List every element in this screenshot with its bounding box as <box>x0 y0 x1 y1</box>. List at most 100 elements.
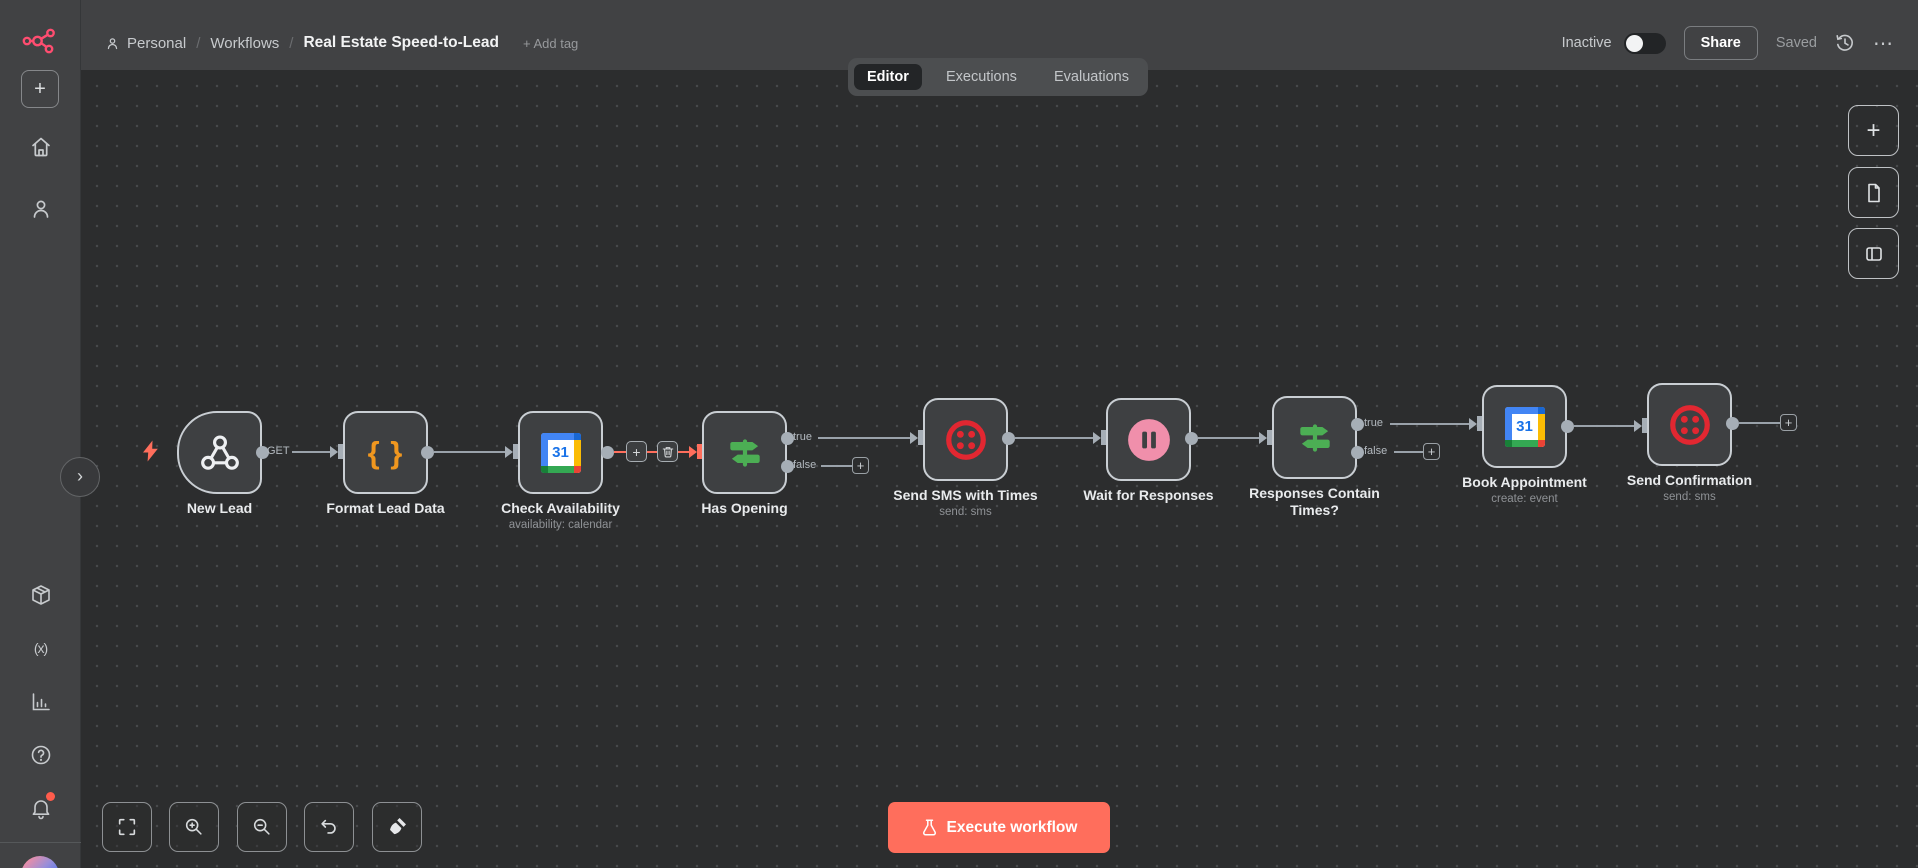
tidy-up-button[interactable] <box>372 802 422 852</box>
add-sticky-note-button[interactable] <box>1848 167 1899 218</box>
connection-line[interactable] <box>1574 425 1634 427</box>
output-port[interactable] <box>600 445 614 459</box>
add-workflow-button[interactable]: + <box>21 70 59 108</box>
node-body[interactable] <box>1647 383 1732 466</box>
plus-icon: + <box>1427 444 1436 459</box>
input-port <box>1101 430 1106 445</box>
zoom-in-button[interactable] <box>169 802 219 852</box>
add-node-on-connection-button[interactable]: + <box>626 441 647 462</box>
output-port-true[interactable] <box>780 431 794 445</box>
node-book-appointment[interactable]: 31 Book Appointment create: event <box>1462 385 1587 505</box>
sidebar-item-notifications[interactable] <box>28 792 55 820</box>
connection-line[interactable] <box>1394 451 1423 453</box>
help-icon <box>31 745 50 764</box>
connection-line[interactable] <box>818 437 910 439</box>
output-port[interactable] <box>420 445 434 459</box>
output-port-false[interactable] <box>1350 445 1364 459</box>
output-port[interactable] <box>1725 416 1739 430</box>
share-button[interactable]: Share <box>1683 26 1758 60</box>
node-body[interactable]: 31 <box>1482 385 1567 468</box>
node-body[interactable] <box>923 398 1008 481</box>
user-icon <box>107 37 118 49</box>
node-subtitle: create: event <box>1491 493 1558 505</box>
sidebar-item-personal[interactable] <box>28 196 53 221</box>
tab-evaluations[interactable]: Evaluations <box>1041 64 1142 90</box>
node-title: Send SMS with Times <box>893 487 1038 503</box>
broom-icon <box>390 818 406 835</box>
connection-line[interactable] <box>434 451 505 453</box>
connection-line[interactable] <box>1015 437 1093 439</box>
connection-arrow <box>505 446 513 458</box>
node-format-lead-data[interactable]: { } Format Lead Data <box>326 411 445 516</box>
wait-pause-icon <box>1127 418 1170 461</box>
node-body[interactable] <box>1106 398 1191 481</box>
output-port[interactable] <box>1184 431 1198 445</box>
input-port <box>918 430 923 445</box>
connection-arrow <box>330 446 338 458</box>
sidebar-item-templates[interactable] <box>28 582 53 607</box>
breadcrumb-project-label[interactable]: Personal <box>127 35 186 52</box>
sidebar-item-home[interactable] <box>28 134 53 159</box>
add-node-endpoint-button[interactable]: + <box>1423 443 1440 460</box>
plus-icon: + <box>1784 415 1793 430</box>
connection-line[interactable] <box>821 465 852 467</box>
sidebar-expand-handle[interactable]: › <box>60 457 100 497</box>
node-has-opening[interactable]: Has Opening <box>701 411 788 516</box>
twilio-icon <box>945 419 986 460</box>
twilio-icon <box>1669 404 1710 445</box>
node-wait-for-responses[interactable]: Wait for Responses <box>1083 398 1214 503</box>
connection-line[interactable] <box>1198 437 1259 439</box>
output-port-true[interactable] <box>1350 417 1364 431</box>
node-new-lead[interactable]: New Lead <box>177 411 262 516</box>
node-send-confirmation[interactable]: Send Confirmation send: sms <box>1627 383 1752 503</box>
history-button[interactable] <box>1835 33 1855 53</box>
split-panel-icon <box>1865 246 1882 261</box>
node-body[interactable] <box>1272 396 1357 479</box>
connection-line[interactable] <box>1390 423 1469 425</box>
workflow-title[interactable]: Real Estate Speed-to-Lead <box>303 34 499 52</box>
connection-line[interactable] <box>292 451 330 453</box>
n8n-logo-icon[interactable] <box>22 26 58 56</box>
connection-line[interactable] <box>1739 422 1780 424</box>
add-node-endpoint-button[interactable]: + <box>852 457 869 474</box>
node-title: Format Lead Data <box>326 500 445 516</box>
node-body[interactable] <box>177 411 262 494</box>
zoom-out-icon <box>253 818 270 835</box>
tab-editor[interactable]: Editor <box>854 64 922 90</box>
breadcrumb-project[interactable]: Personal <box>105 35 186 52</box>
node-body[interactable]: 31 <box>518 411 603 494</box>
output-port[interactable] <box>1560 419 1574 433</box>
add-tag-button[interactable]: + Add tag <box>523 36 578 51</box>
sidebar-item-variables[interactable]: (x) <box>28 635 53 660</box>
breadcrumb-section[interactable]: Workflows <box>210 35 279 52</box>
undo-button[interactable] <box>304 802 354 852</box>
output-port-false[interactable] <box>780 459 794 473</box>
plus-icon: + <box>856 458 865 473</box>
node-title: Has Opening <box>701 500 788 516</box>
flask-icon <box>922 819 936 836</box>
connection-arrow <box>1469 418 1477 430</box>
add-node-button[interactable]: + <box>1848 105 1899 156</box>
delete-connection-button[interactable] <box>657 441 678 462</box>
tab-executions[interactable]: Executions <box>933 64 1030 90</box>
node-send-sms-with-times[interactable]: Send SMS with Times send: sms <box>893 398 1038 518</box>
add-node-endpoint-button[interactable]: + <box>1780 414 1797 431</box>
zoom-out-button[interactable] <box>237 802 287 852</box>
activation-toggle[interactable] <box>1623 32 1666 54</box>
plus-icon: + <box>632 443 641 460</box>
sidebar-item-help[interactable] <box>28 742 53 767</box>
node-body[interactable]: { } <box>343 411 428 494</box>
more-options-button[interactable]: ⋯ <box>1873 31 1894 56</box>
node-title: New Lead <box>186 500 253 516</box>
output-port[interactable] <box>1001 431 1015 445</box>
toggle-panel-button[interactable] <box>1848 228 1899 279</box>
if-signpost-icon <box>1299 423 1330 452</box>
execute-workflow-button[interactable]: Execute workflow <box>888 802 1110 853</box>
user-avatar[interactable] <box>21 856 59 868</box>
sidebar-item-insights[interactable] <box>28 689 53 714</box>
zoom-to-fit-button[interactable] <box>102 802 152 852</box>
node-body[interactable] <box>702 411 787 494</box>
node-responses-contain-times[interactable]: Responses Contain Times? <box>1249 396 1380 518</box>
node-check-availability[interactable]: 31 Check Availability availability: cale… <box>501 411 620 531</box>
google-calendar-icon: 31 <box>540 432 581 473</box>
